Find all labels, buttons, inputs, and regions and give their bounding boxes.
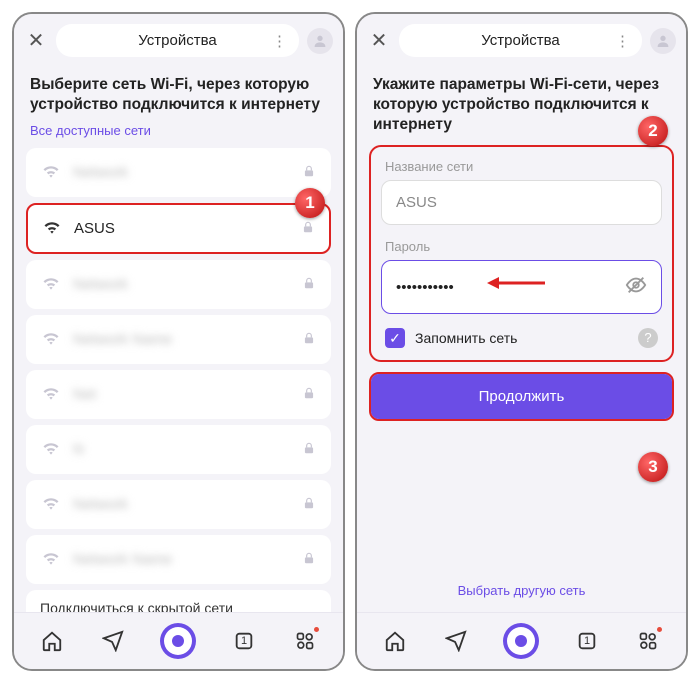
badge-2: 2 xyxy=(638,116,668,146)
apps-icon[interactable] xyxy=(292,628,318,654)
page-title: Устройства⋮ xyxy=(56,24,299,57)
page-title: Устройства⋮ xyxy=(399,24,642,57)
phone-right: ✕ Устройства⋮ Укажите параметры Wi-Fi-се… xyxy=(355,12,688,671)
heading: Укажите параметры Wi-Fi-сети, через кото… xyxy=(373,75,670,135)
network-item[interactable]: Network xyxy=(26,480,331,529)
wifi-icon xyxy=(41,161,61,184)
avatar[interactable] xyxy=(650,28,676,54)
remember-row: ✓ Запомнить сеть ? xyxy=(385,328,658,348)
password-input[interactable]: ••••••••••• xyxy=(381,260,662,314)
network-list: Network ASUS Network Network Name Net N Networ… xyxy=(26,148,331,584)
lock-icon xyxy=(302,276,316,293)
content-right: Укажите параметры Wi-Fi-сети, через кото… xyxy=(357,63,686,612)
remember-checkbox[interactable]: ✓ xyxy=(385,328,405,348)
close-icon[interactable]: ✕ xyxy=(367,28,391,53)
network-item[interactable]: Net xyxy=(26,370,331,419)
apps-icon[interactable] xyxy=(635,628,661,654)
other-network-link[interactable]: Выбрать другую сеть xyxy=(369,569,674,612)
lock-icon xyxy=(302,496,316,513)
network-name: Network Name xyxy=(73,331,290,348)
wifi-icon xyxy=(41,273,61,296)
avatar[interactable] xyxy=(307,28,333,54)
network-name: ASUS xyxy=(74,220,289,237)
password-value: ••••••••••• xyxy=(396,279,454,296)
network-name: Network xyxy=(73,164,290,181)
network-name: Network Name xyxy=(73,551,290,568)
arrow-icon xyxy=(487,273,547,293)
continue-button[interactable]: Продолжить xyxy=(371,374,672,419)
bottom-nav: 1 xyxy=(357,612,686,669)
wifi-icon xyxy=(41,438,61,461)
bottom-nav: 1 xyxy=(14,612,343,669)
remember-label: Запомнить сеть xyxy=(415,330,517,346)
network-item[interactable]: ASUS xyxy=(26,203,331,254)
tabs-icon[interactable]: 1 xyxy=(231,628,257,654)
lock-icon xyxy=(301,220,315,237)
name-label: Название сети xyxy=(385,159,658,174)
heading: Выберите сеть Wi-Fi, через которую устро… xyxy=(30,75,327,115)
badge-1: 1 xyxy=(295,188,325,218)
network-item[interactable]: N xyxy=(26,425,331,474)
help-icon[interactable]: ? xyxy=(638,328,658,348)
lock-icon xyxy=(302,551,316,568)
lock-icon xyxy=(302,164,316,181)
password-label: Пароль xyxy=(385,239,658,254)
network-item[interactable]: Network xyxy=(26,260,331,309)
lock-icon xyxy=(302,441,316,458)
wifi-icon xyxy=(41,383,61,406)
eye-off-icon[interactable] xyxy=(625,274,647,300)
home-icon[interactable] xyxy=(39,628,65,654)
network-item[interactable]: Network xyxy=(26,148,331,197)
phone-left: ✕ Устройства⋮ Выберите сеть Wi-Fi, через… xyxy=(12,12,345,671)
send-icon[interactable] xyxy=(443,628,469,654)
network-name: Network xyxy=(73,276,290,293)
close-icon[interactable]: ✕ xyxy=(24,28,48,53)
content-left: Выберите сеть Wi-Fi, через которую устро… xyxy=(14,63,343,612)
network-name: Network xyxy=(73,496,290,513)
topbar: ✕ Устройства⋮ xyxy=(357,14,686,63)
lock-icon xyxy=(302,331,316,348)
more-icon[interactable]: ⋮ xyxy=(272,32,287,50)
wifi-icon xyxy=(42,217,62,240)
wifi-form: Название сети ASUS Пароль ••••••••••• ✓ … xyxy=(369,145,674,362)
lock-icon xyxy=(302,386,316,403)
network-name: N xyxy=(73,441,290,458)
topbar: ✕ Устройства⋮ xyxy=(14,14,343,63)
alice-icon[interactable] xyxy=(160,623,196,659)
network-item[interactable]: Network Name xyxy=(26,535,331,584)
hidden-network-link[interactable]: Подключиться к скрытой сети xyxy=(26,590,331,612)
home-icon[interactable] xyxy=(382,628,408,654)
alice-icon[interactable] xyxy=(503,623,539,659)
continue-wrap: Продолжить xyxy=(369,372,674,421)
badge-3: 3 xyxy=(638,452,668,482)
send-icon[interactable] xyxy=(100,628,126,654)
network-name-input[interactable]: ASUS xyxy=(381,180,662,225)
network-name: Net xyxy=(73,386,290,403)
more-icon[interactable]: ⋮ xyxy=(615,32,630,50)
wifi-icon xyxy=(41,493,61,516)
wifi-icon xyxy=(41,548,61,571)
wifi-icon xyxy=(41,328,61,351)
network-item[interactable]: Network Name xyxy=(26,315,331,364)
all-networks-link[interactable]: Все доступные сети xyxy=(30,123,327,138)
tabs-icon[interactable]: 1 xyxy=(574,628,600,654)
